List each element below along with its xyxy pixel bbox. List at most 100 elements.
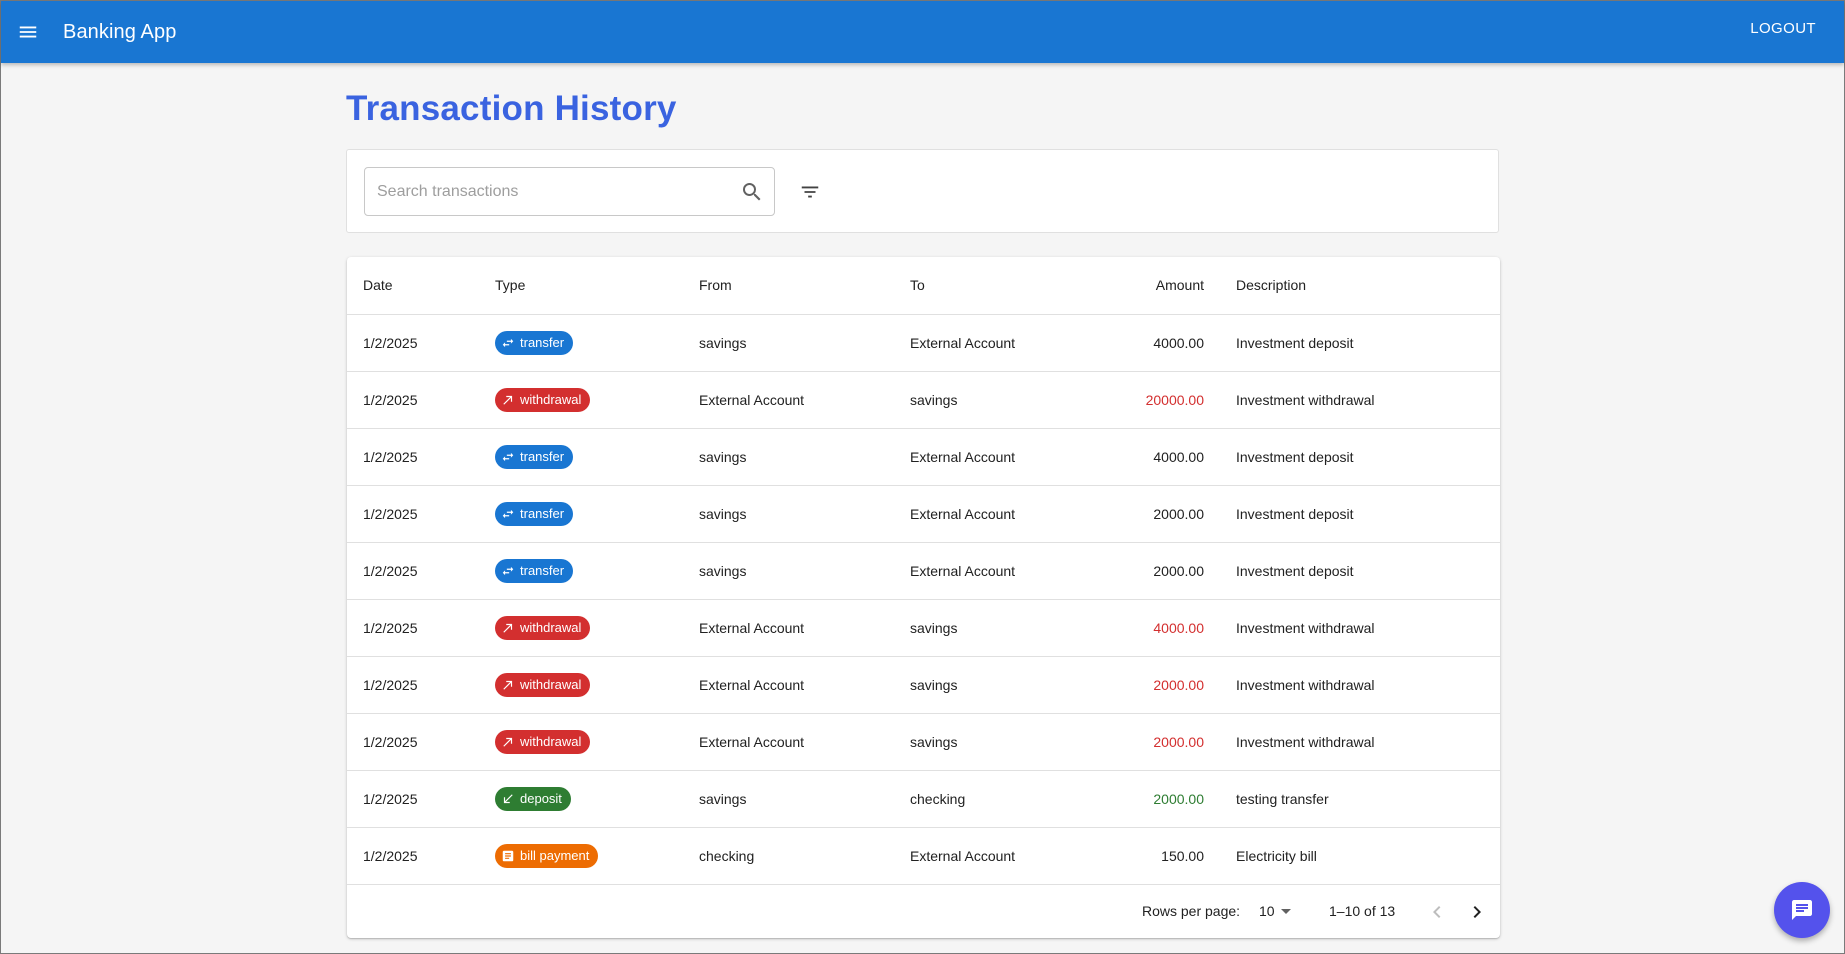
pagination: Rows per page: 10 1–10 of 13: [347, 886, 1500, 938]
type-chip: transfer: [495, 330, 574, 355]
rows-per-page-select[interactable]: 10: [1259, 903, 1291, 919]
type-chip: withdrawal: [495, 729, 591, 754]
cell-amount: 4000.00: [1070, 599, 1220, 657]
cell-description: Investment deposit: [1220, 542, 1500, 600]
cell-from: savings: [683, 314, 894, 372]
cell-description: testing transfer: [1220, 770, 1500, 828]
cell-description: Investment deposit: [1220, 428, 1500, 486]
type-chip-label: transfer: [520, 335, 565, 350]
cell-to: savings: [894, 599, 1070, 657]
transfer-icon: [501, 564, 515, 578]
cell-date: 1/2/2025: [347, 827, 479, 885]
chat-button[interactable]: [1774, 882, 1830, 938]
chevron-right-icon: [1473, 906, 1481, 918]
transactions-table: Date Type From To Amount Description 1/2…: [347, 257, 1500, 885]
transfer-icon: [501, 507, 515, 521]
type-chip-label: transfer: [520, 563, 565, 578]
cell-date: 1/2/2025: [347, 542, 479, 600]
search-panel: [346, 149, 1499, 233]
cell-date: 1/2/2025: [347, 770, 479, 828]
table-header-row: Date Type From To Amount Description: [347, 257, 1500, 315]
type-chip: deposit: [495, 786, 571, 811]
type-chip-label: transfer: [520, 449, 565, 464]
cell-amount: 150.00: [1070, 827, 1220, 885]
table-row[interactable]: 1/2/2025 transfer savings External Account 2…: [347, 542, 1500, 600]
search-icon: [743, 183, 761, 201]
column-header-type: Type: [479, 257, 683, 315]
cell-from: External Account: [683, 599, 894, 657]
arrow-down-left-icon: [501, 792, 515, 806]
page-title: Transaction History: [346, 89, 677, 128]
app-bar: Banking App LOGOUT: [1, 1, 1844, 63]
menu-icon: [19, 26, 37, 38]
type-chip: transfer: [495, 501, 574, 526]
table-row[interactable]: 1/2/2025 withdrawal External Account saving…: [347, 371, 1500, 429]
receipt-icon: [501, 849, 515, 863]
cell-description: Investment withdrawal: [1220, 713, 1500, 771]
chat-icon: [1792, 900, 1812, 920]
table-row[interactable]: 1/2/2025 withdrawal External Account saving…: [347, 599, 1500, 657]
table-row[interactable]: 1/2/2025 transfer savings External Account 2…: [347, 485, 1500, 543]
cell-to: checking: [894, 770, 1070, 828]
table-row[interactable]: 1/2/2025 deposit savings checking 2000.00 tes…: [347, 770, 1500, 828]
cell-from: External Account: [683, 713, 894, 771]
cell-to: savings: [894, 656, 1070, 714]
cell-to: External Account: [894, 485, 1070, 543]
type-chip-label: transfer: [520, 506, 565, 521]
type-chip: withdrawal: [495, 672, 591, 697]
previous-page-button[interactable]: [1425, 900, 1449, 924]
table-row[interactable]: 1/2/2025 transfer savings External Account 4…: [347, 314, 1500, 372]
arrow-up-right-icon: [501, 678, 515, 692]
filter-icon: [801, 186, 819, 198]
type-chip-label: withdrawal: [520, 620, 582, 635]
cell-from: checking: [683, 827, 894, 885]
cell-amount: 2000.00: [1070, 770, 1220, 828]
cell-date: 1/2/2025: [347, 428, 479, 486]
search-box: [364, 167, 775, 216]
cell-to: External Account: [894, 314, 1070, 372]
cell-from: savings: [683, 428, 894, 486]
cell-type: withdrawal: [479, 599, 683, 657]
transfer-icon: [501, 450, 515, 464]
table-row[interactable]: 1/2/2025 bill payment checking External Acc…: [347, 827, 1500, 885]
pagination-range: 1–10 of 13: [1329, 903, 1396, 919]
table-row[interactable]: 1/2/2025 withdrawal External Account saving…: [347, 713, 1500, 771]
search-input[interactable]: [377, 168, 727, 215]
cell-to: savings: [894, 371, 1070, 429]
cell-from: savings: [683, 542, 894, 600]
column-header-from: From: [683, 257, 894, 315]
next-page-button[interactable]: [1465, 900, 1489, 924]
rows-per-page-label: Rows per page:: [1142, 903, 1241, 919]
app-title: Banking App: [63, 20, 177, 43]
cell-date: 1/2/2025: [347, 713, 479, 771]
transfer-icon: [501, 336, 515, 350]
menu-button[interactable]: [6, 10, 50, 54]
cell-type: transfer: [479, 314, 683, 372]
type-chip-label: withdrawal: [520, 734, 582, 749]
table-row[interactable]: 1/2/2025 transfer savings External Account 4…: [347, 428, 1500, 486]
cell-to: savings: [894, 713, 1070, 771]
cell-date: 1/2/2025: [347, 371, 479, 429]
type-chip-label: withdrawal: [520, 677, 582, 692]
cell-amount: 2000.00: [1070, 713, 1220, 771]
arrow-up-right-icon: [501, 621, 515, 635]
app-frame: Banking App LOGOUT Transaction History S…: [0, 0, 1845, 954]
chevron-left-icon: [1433, 906, 1441, 918]
cell-amount: 20000.00: [1070, 371, 1220, 429]
column-header-description: Description: [1220, 257, 1500, 315]
cell-amount: 4000.00: [1070, 314, 1220, 372]
rows-per-page-value: 10: [1259, 903, 1275, 919]
cell-description: Electricity bill: [1220, 827, 1500, 885]
table-row[interactable]: 1/2/2025 withdrawal External Account saving…: [347, 656, 1500, 714]
transactions-table-card: Date Type From To Amount Description 1/2…: [347, 257, 1500, 938]
filter-button[interactable]: [796, 178, 824, 206]
logout-button[interactable]: LOGOUT: [1750, 20, 1816, 37]
cell-amount: 2000.00: [1070, 656, 1220, 714]
cell-type: transfer: [479, 542, 683, 600]
search-button[interactable]: [740, 180, 764, 204]
cell-amount: 2000.00: [1070, 485, 1220, 543]
type-chip: transfer: [495, 558, 574, 583]
type-chip: withdrawal: [495, 615, 591, 640]
cell-date: 1/2/2025: [347, 485, 479, 543]
column-header-date: Date: [347, 257, 479, 315]
